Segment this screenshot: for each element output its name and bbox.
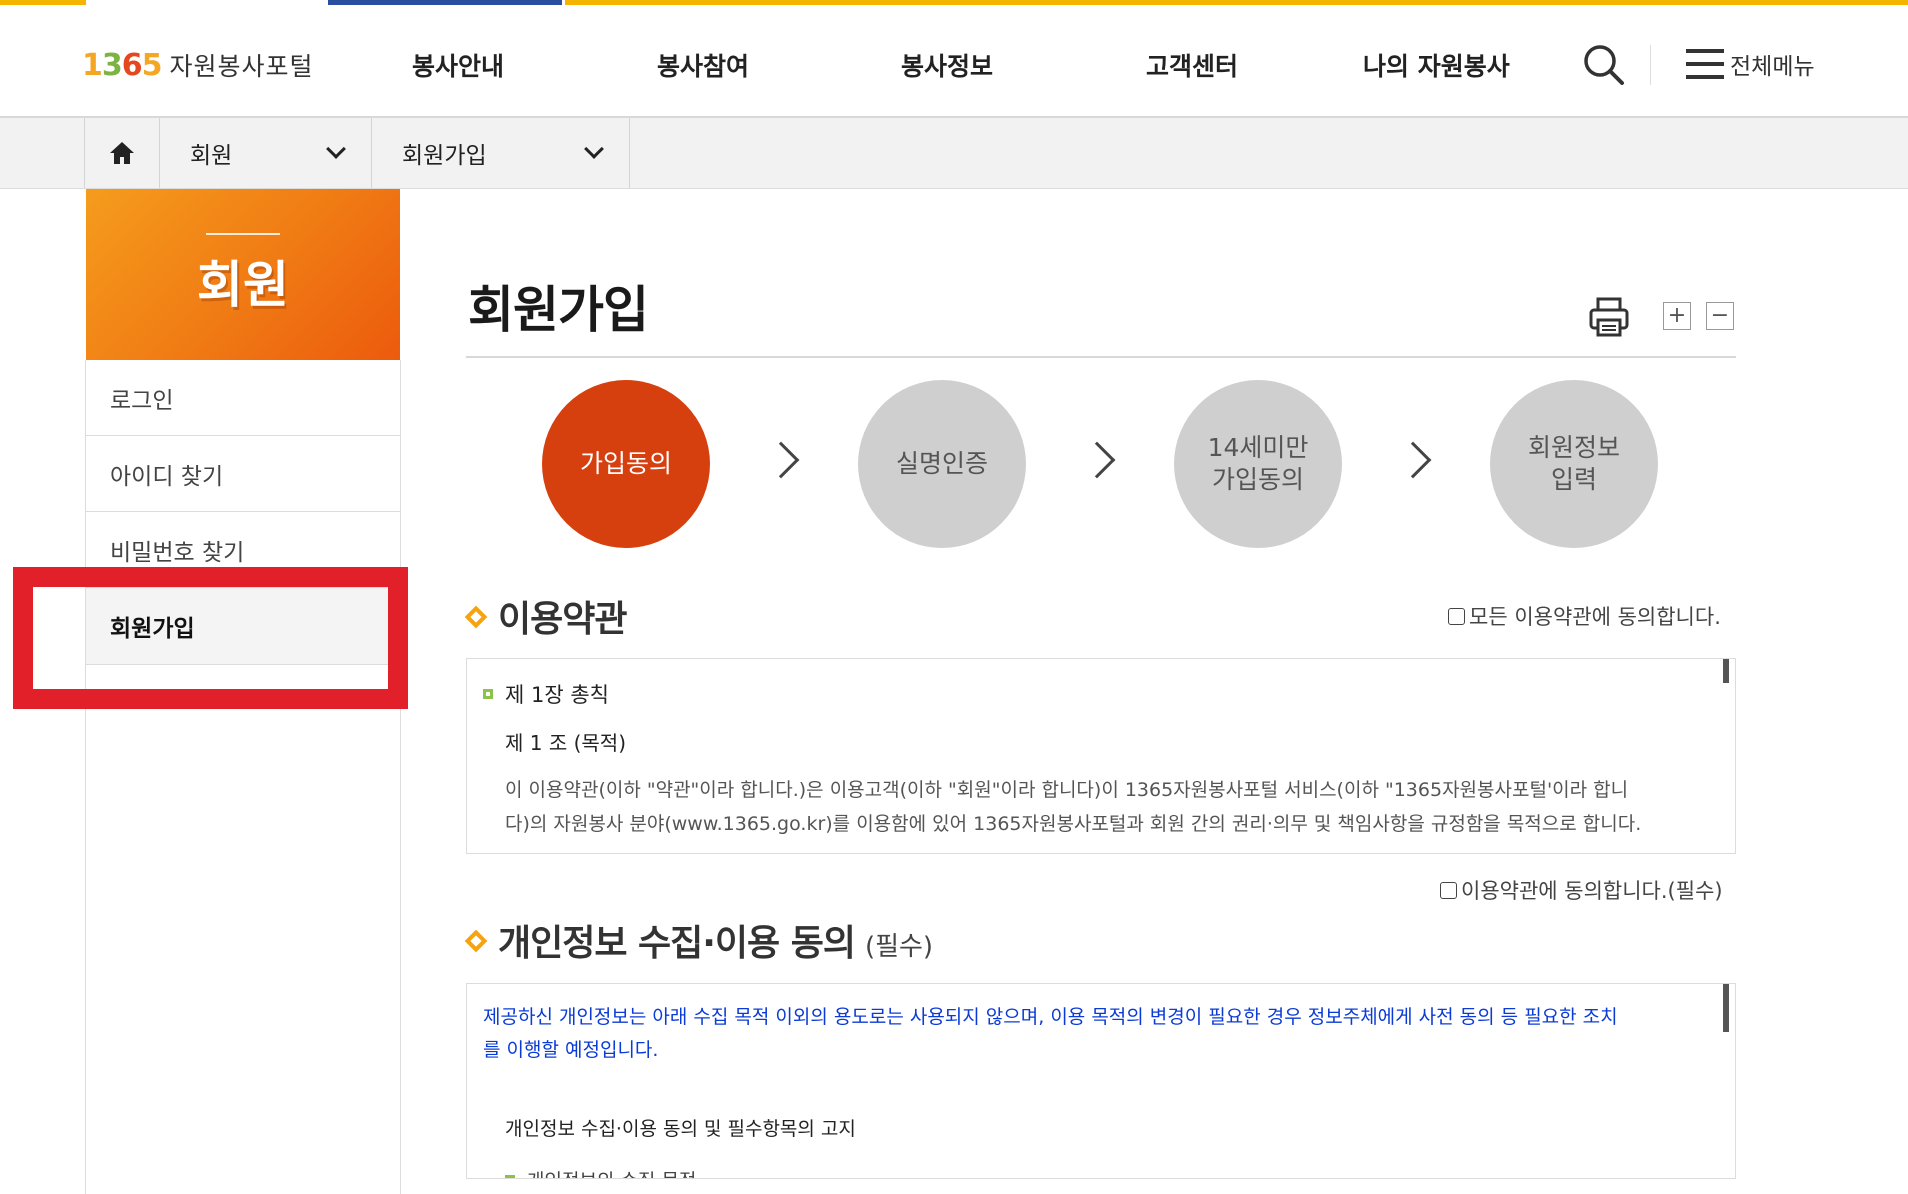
sidebar-title: 회원 xyxy=(197,256,289,314)
terms-body-line2: 다)의 자원봉사 분야(www.1365.go.kr)를 이용함에 있어 136… xyxy=(505,813,1642,835)
terms-title-text: 이용약관 xyxy=(498,599,627,640)
privacy-heading: 개인정보 수집·이용 동의 및 필수항목의 고지 xyxy=(505,1118,856,1140)
breadcrumb-level1-label: 회원 xyxy=(190,143,233,169)
privacy-scrollbar[interactable] xyxy=(1723,984,1729,1032)
privacy-notice-line2: 를 이행할 예정입니다. xyxy=(483,1039,659,1061)
nav-volunteer-participate[interactable]: 봉사참여 xyxy=(657,47,749,83)
square-bullet-icon xyxy=(483,689,493,699)
logo-text: 자원봉사포털 xyxy=(169,52,314,81)
printer-icon[interactable] xyxy=(1588,296,1630,338)
nav-customer-center[interactable]: 고객센터 xyxy=(1146,47,1238,83)
breadcrumb-level2-label: 회원가입 xyxy=(402,143,487,169)
diamond-bullet-icon xyxy=(464,929,488,953)
site-header: 1365 자원봉사포털 봉사안내 봉사참여 봉사정보 고객센터 나의 자원봉사 … xyxy=(0,5,1908,118)
sidebar-item-find-password[interactable]: 비밀번호 찾기 xyxy=(86,512,400,588)
agree-all-checkbox[interactable]: 모든 이용약관에 동의합니다. xyxy=(1448,601,1721,631)
logo-number: 1365 xyxy=(82,47,162,83)
all-menu-button[interactable]: 전체메뉴 xyxy=(1686,47,1815,81)
agree-all-label: 모든 이용약관에 동의합니다. xyxy=(1469,605,1721,629)
nav-volunteer-info[interactable]: 봉사정보 xyxy=(901,47,993,83)
chevron-right-icon xyxy=(762,441,800,479)
chevron-right-icon xyxy=(1394,441,1432,479)
sidebar-header-line xyxy=(206,233,280,235)
sidebar-item-signup[interactable]: 회원가입 xyxy=(86,588,400,665)
privacy-item1: 개인정보의 수집 목적 xyxy=(505,1166,696,1178)
step-under14-consent: 14세미만 가입동의 xyxy=(1174,380,1342,548)
search-icon[interactable] xyxy=(1582,43,1626,87)
terms-content-box[interactable]: 제 1장 총칙 제 1 조 (목적) 이 이용약관(이하 "약관"이라 합니다.… xyxy=(466,658,1736,854)
step-real-name-auth: 실명인증 xyxy=(858,380,1026,548)
terms-article: 제 1 조 (목적) xyxy=(505,731,627,755)
nav-volunteer-guide[interactable]: 봉사안내 xyxy=(412,47,504,83)
hamburger-icon xyxy=(1686,49,1724,79)
home-icon[interactable] xyxy=(84,118,160,188)
step-agreement: 가입동의 xyxy=(542,380,710,548)
privacy-section-title: 개인정보 수집·이용 동의 (필수) xyxy=(464,914,934,966)
checkbox-box[interactable] xyxy=(1448,607,1465,625)
privacy-content-box[interactable]: 제공하신 개인정보는 아래 수집 목적 이외의 용도로는 사용되지 않으며, 이… xyxy=(466,983,1736,1179)
page-title: 회원가입 xyxy=(468,281,649,339)
privacy-notice-line1: 제공하신 개인정보는 아래 수집 목적 이외의 용도로는 사용되지 않으며, 이… xyxy=(483,1006,1618,1028)
agree-terms-label: 이용약관에 동의합니다.(필수) xyxy=(1461,879,1723,903)
breadcrumb: 회원 회원가입 xyxy=(0,118,1908,189)
header-divider xyxy=(1650,45,1651,85)
title-divider xyxy=(466,356,1736,358)
site-logo[interactable]: 1365 자원봉사포털 xyxy=(82,47,314,83)
sidebar-item-find-id[interactable]: 아이디 찾기 xyxy=(86,436,400,512)
breadcrumb-level2-select[interactable]: 회원가입 xyxy=(372,118,630,188)
breadcrumb-level1-select[interactable]: 회원 xyxy=(160,118,372,188)
terms-chapter: 제 1장 총칙 xyxy=(483,679,609,709)
privacy-required-label: (필수) xyxy=(864,932,934,962)
checkbox-box[interactable] xyxy=(1440,881,1457,899)
sidebar-item-login[interactable]: 로그인 xyxy=(86,360,400,436)
terms-body-line1: 이 이용약관(이하 "약관"이라 합니다.)은 이용고객(이하 "회원"이라 합… xyxy=(505,779,1629,801)
terms-section-title: 이용약관 xyxy=(464,590,627,642)
sidebar-header: 회원 xyxy=(86,189,400,360)
zoom-in-button[interactable]: + xyxy=(1663,302,1691,330)
privacy-title-text: 개인정보 수집·이용 동의 xyxy=(498,923,856,964)
chevron-down-icon xyxy=(584,139,604,159)
diamond-bullet-icon xyxy=(464,605,488,629)
chevron-right-icon xyxy=(1078,441,1116,479)
agree-terms-checkbox[interactable]: 이용약관에 동의합니다.(필수) xyxy=(1440,875,1723,905)
square-bullet-icon xyxy=(505,1174,515,1178)
terms-scrollbar[interactable] xyxy=(1723,659,1729,683)
nav-my-volunteer[interactable]: 나의 자원봉사 xyxy=(1363,47,1510,83)
step-member-info: 회원정보 입력 xyxy=(1490,380,1658,548)
zoom-out-button[interactable]: − xyxy=(1706,302,1734,330)
all-menu-label: 전체메뉴 xyxy=(1730,54,1815,80)
chevron-down-icon xyxy=(326,139,346,159)
